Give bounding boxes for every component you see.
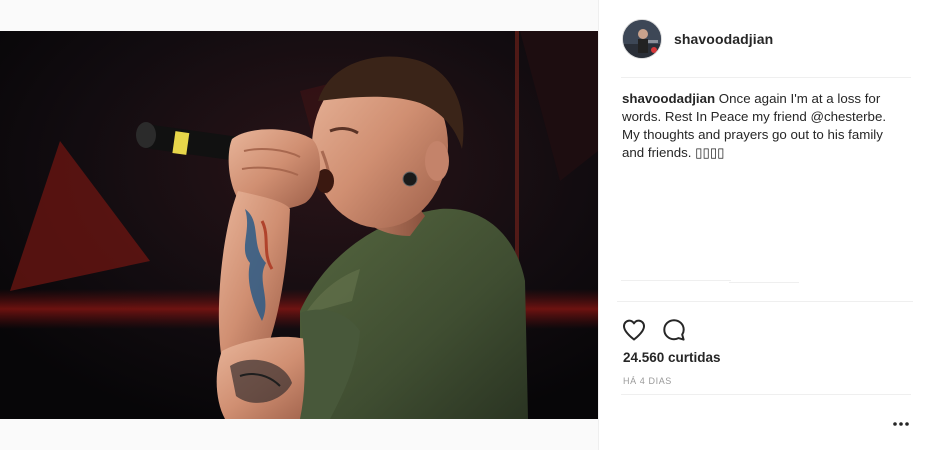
header-divider [621, 77, 911, 78]
like-button[interactable] [621, 317, 647, 343]
more-options-button[interactable] [889, 414, 913, 434]
avatar-image [623, 20, 661, 58]
header-username-link[interactable]: shavoodadjian [674, 31, 773, 47]
more-options-icon [893, 422, 909, 426]
comments-divider-left [621, 280, 731, 281]
actions-top-divider [617, 301, 913, 302]
post-header: shavoodadjian [622, 18, 773, 60]
avatar[interactable] [622, 19, 662, 59]
photo-area [0, 0, 598, 450]
comment-button[interactable] [661, 317, 687, 343]
comments-divider-right [729, 282, 799, 283]
comment-bubble-icon [663, 319, 685, 341]
post-actions [621, 317, 701, 343]
comment-box-divider [621, 394, 911, 395]
caption-username-link[interactable]: shavoodadjian [622, 91, 715, 106]
likes-count[interactable]: 24.560 curtidas [623, 350, 721, 365]
post-timestamp[interactable]: HÁ 4 DIAS [623, 376, 672, 386]
post-photo[interactable] [0, 31, 598, 419]
post-caption: shavoodadjian Once again I'm at a loss f… [622, 90, 907, 162]
singer-photo-illustration [0, 31, 598, 419]
heart-icon [623, 319, 645, 341]
instagram-post-page: shavoodadjian shavoodadjian Once again I… [0, 0, 933, 450]
post-details-panel: shavoodadjian shavoodadjian Once again I… [598, 0, 933, 450]
